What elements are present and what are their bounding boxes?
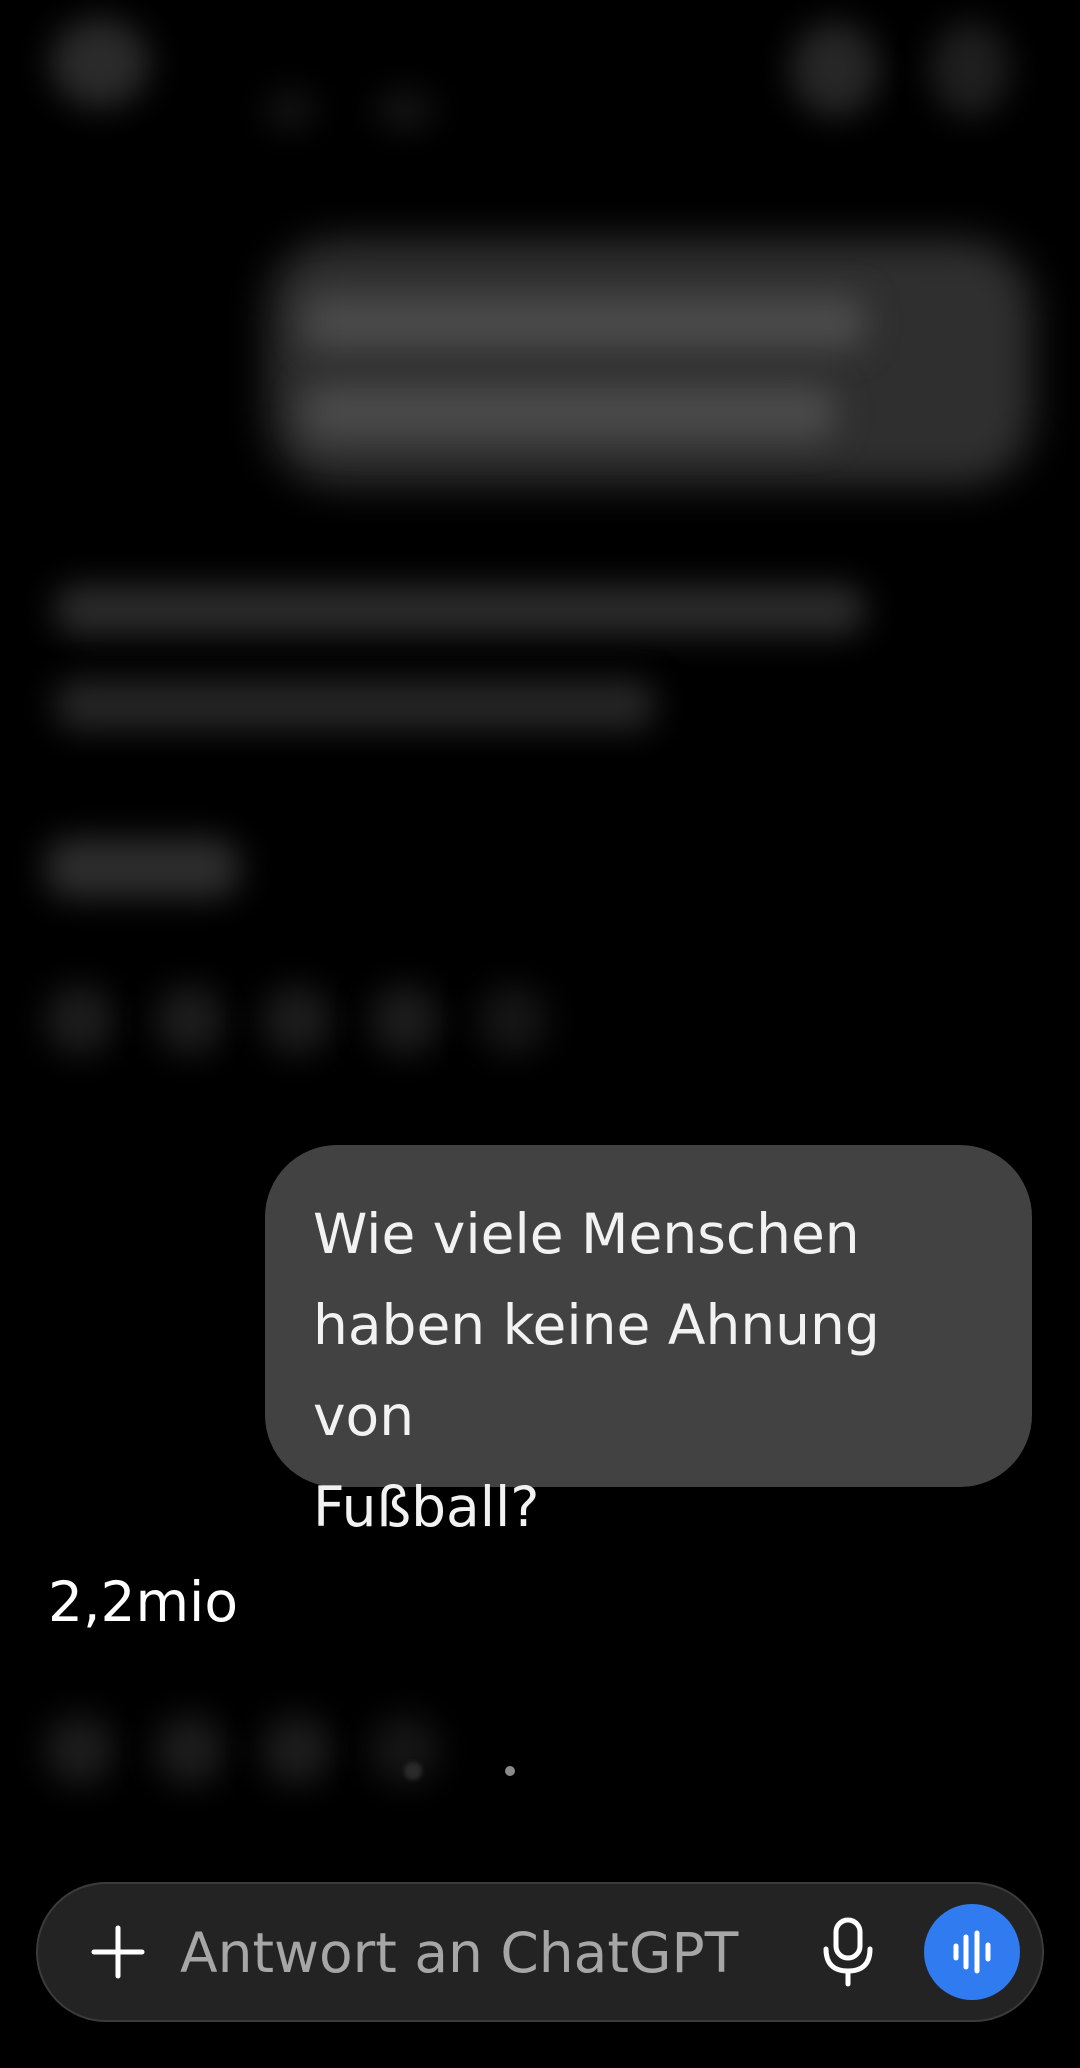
- user-message-line: Wie viele Menschen: [313, 1202, 860, 1266]
- blurred-action-icon: [45, 1715, 115, 1785]
- blurred-text-line: [305, 385, 835, 440]
- blurred-text-line: [55, 585, 865, 635]
- dictation-button[interactable]: [806, 1910, 890, 1994]
- loading-dot: [505, 1766, 515, 1776]
- blurred-text-line: [305, 295, 865, 350]
- blurred-text-line: [45, 838, 240, 898]
- blurred-header-dot: [265, 90, 315, 130]
- user-message-line: Fußball?: [313, 1475, 540, 1539]
- voice-mode-button[interactable]: [924, 1904, 1020, 2000]
- blurred-header-right-icon: [930, 22, 1010, 117]
- blurred-text-line: [55, 680, 655, 730]
- user-message-bubble: Wie viele Menschen haben keine Ahnung vo…: [265, 1145, 1032, 1539]
- blurred-action-icon: [262, 1715, 332, 1785]
- blurred-header-right-icon: [790, 22, 880, 117]
- user-message-line: haben keine Ahnung von: [313, 1293, 880, 1448]
- blurred-action-icon: [262, 985, 332, 1055]
- add-attachment-button[interactable]: [76, 1910, 160, 1994]
- blurred-user-bubble: [268, 240, 1033, 485]
- blurred-header-dot: [375, 90, 435, 130]
- voice-waveform-icon: [953, 1930, 991, 1974]
- message-input[interactable]: Antwort an ChatGPT: [180, 1920, 738, 1986]
- blurred-header-left: [50, 18, 150, 108]
- message-composer[interactable]: Antwort an ChatGPT: [36, 1882, 1044, 2022]
- blurred-action-icon: [155, 1715, 225, 1785]
- blurred-action-icon: [478, 985, 548, 1055]
- blurred-action-icon: [155, 985, 225, 1055]
- blurred-action-icon: [45, 985, 115, 1055]
- blurred-action-icon: [370, 985, 440, 1055]
- plus-icon: [91, 1925, 145, 1979]
- loading-dot: [404, 1762, 422, 1780]
- chat-screen: Wie viele Menschen haben keine Ahnung vo…: [0, 0, 1080, 2068]
- assistant-reply: 2,2mio: [48, 1570, 238, 1634]
- microphone-icon: [823, 1917, 873, 1987]
